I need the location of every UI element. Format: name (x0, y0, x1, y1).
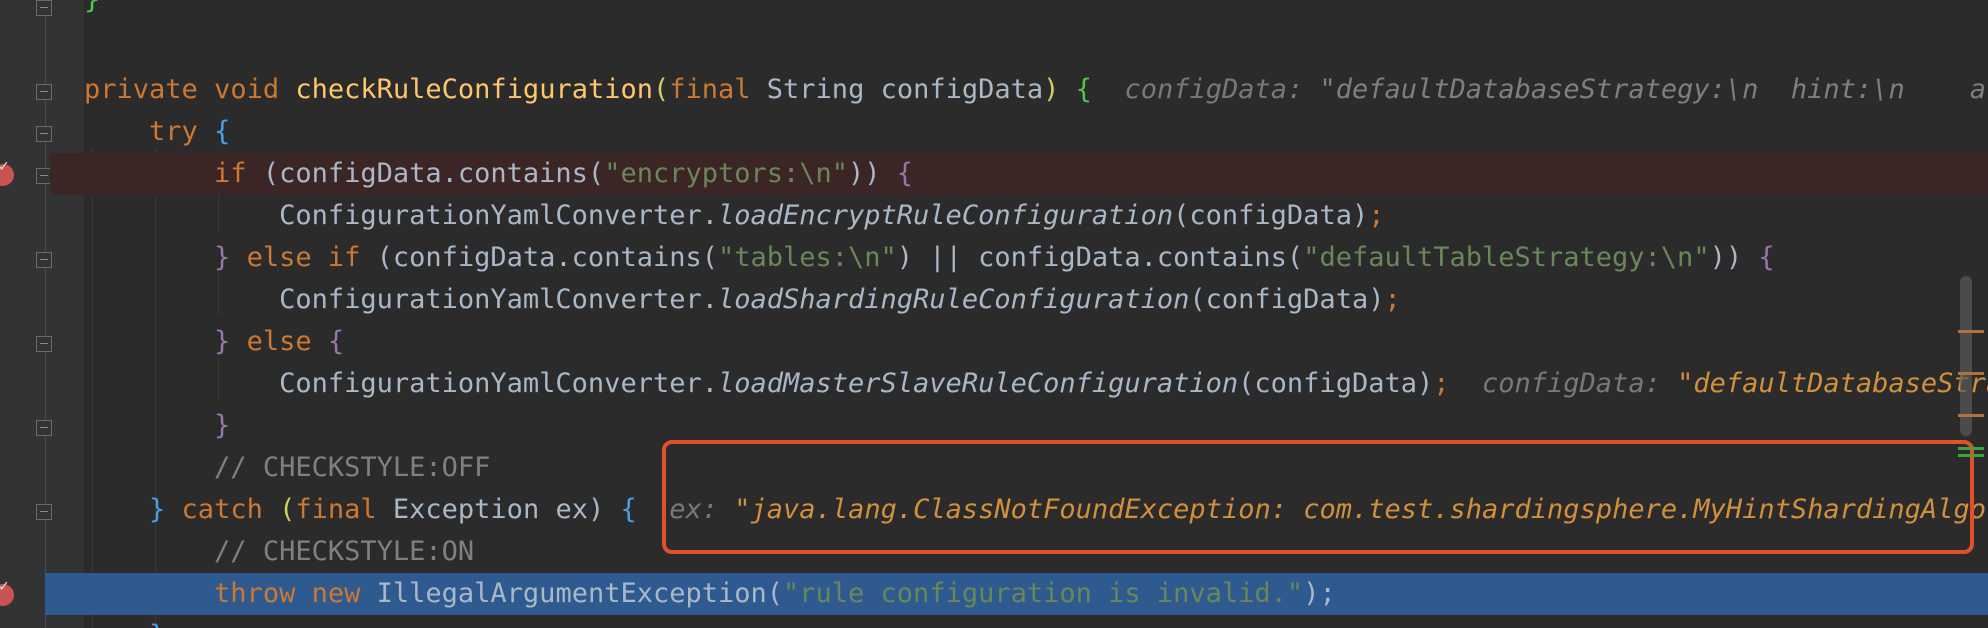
change-stripe-marker[interactable] (1958, 454, 1984, 457)
error-stripe-marker[interactable] (1958, 414, 1984, 417)
keyword-try: try (149, 116, 198, 147)
error-stripe-marker[interactable] (1958, 330, 1984, 333)
closing-brace: } (214, 410, 231, 441)
semicolon: ; (1433, 368, 1450, 399)
string-literal: "rule configuration is invalid." (783, 578, 1304, 609)
code-line-execution-point[interactable]: throw new IllegalArgumentException("rule… (0, 573, 1988, 615)
code-line[interactable]: ConfigurationYamlConverter.loadShardingR… (0, 279, 1988, 321)
closing-brace: } (214, 242, 231, 273)
keyword-new: new (311, 578, 361, 609)
code-text: (configData.contains( (360, 242, 718, 273)
semicolon: ; (1384, 284, 1401, 315)
open-brace: { (311, 326, 345, 357)
parameter-list: String configData (750, 74, 1044, 105)
open-brace: { (880, 158, 914, 189)
vertical-scrollbar[interactable] (1960, 276, 1972, 436)
open-paren: ( (652, 74, 670, 105)
code-line[interactable]: ConfigurationYamlConverter.loadMasterSla… (0, 363, 1988, 405)
arguments: (configData) (1173, 200, 1369, 231)
closing-brace: } (149, 494, 166, 525)
method-name: checkRuleConfiguration (295, 74, 653, 105)
code-line[interactable]: } else { (0, 321, 1988, 363)
code-line[interactable]: try { (0, 111, 1988, 153)
open-brace: { (604, 494, 637, 525)
keyword-if: if (214, 158, 247, 189)
inlay-hint-name: configData: (1482, 368, 1661, 399)
keyword-private: private (84, 74, 198, 105)
keyword-catch: catch (165, 494, 263, 525)
open-brace: { (1742, 242, 1775, 273)
code-editor[interactable]: } private void checkRuleConfiguration(fi… (0, 0, 1988, 628)
code-line[interactable]: } else if (configData.contains("tables:\… (0, 237, 1988, 279)
code-text: ) || configData.contains( (896, 242, 1304, 273)
class-reference: IllegalArgumentException( (360, 578, 784, 609)
open-brace: { (197, 116, 231, 147)
static-method-call: loadEncryptRuleConfiguration (717, 200, 1174, 231)
class-reference: ConfigurationYamlConverter. (279, 200, 718, 231)
class-reference: ConfigurationYamlConverter. (279, 284, 718, 315)
static-method-call: loadShardingRuleConfiguration (717, 284, 1190, 315)
string-literal: "tables:\n" (717, 242, 897, 273)
arguments: (configData) (1189, 284, 1385, 315)
class-reference: ConfigurationYamlConverter. (279, 368, 718, 399)
inlay-hint-value: "defaultDatabaseStrat (1660, 368, 1988, 399)
code-text: ); (1303, 578, 1336, 609)
error-stripe-marker[interactable] (1958, 372, 1984, 375)
code-line-method-signature[interactable]: private void checkRuleConfiguration(fina… (0, 69, 1988, 111)
code-text: (configData.contains( (246, 158, 605, 189)
closing-brace: } (149, 620, 165, 628)
keyword-else: else (230, 326, 312, 357)
parameter-list: Exception ex) (376, 494, 605, 525)
keyword-final: final (669, 74, 751, 105)
semicolon: ; (1368, 200, 1385, 231)
open-paren: ( (262, 494, 296, 525)
arguments: (configData) (1238, 368, 1434, 399)
code-text: )) (848, 158, 881, 189)
static-method-call: loadMasterSlaveRuleConfiguration (717, 368, 1239, 399)
closing-brace: } (214, 326, 231, 357)
keyword-void: void (214, 74, 280, 105)
string-literal: "defaultTableStrategy:\n" (1303, 242, 1710, 273)
keyword-throw: throw (214, 578, 296, 609)
change-stripe-marker[interactable] (1958, 447, 1984, 450)
open-brace: { (1059, 74, 1092, 105)
inlay-hint-name: configData: (1124, 74, 1304, 105)
keyword-final: final (295, 494, 377, 525)
closing-brace: } (84, 0, 100, 15)
code-line[interactable]: ConfigurationYamlConverter.loadEncryptRu… (0, 195, 1988, 237)
code-line[interactable]: } (0, 615, 1988, 628)
code-line[interactable]: } (0, 0, 1988, 21)
annotation-highlight-box (662, 440, 1974, 554)
code-line-breakpoint[interactable]: if (configData.contains("encryptors:\n")… (0, 153, 1988, 195)
comment: // CHECKSTYLE:OFF (214, 452, 491, 483)
code-text: )) (1709, 242, 1743, 273)
keyword-else-if: else if (230, 242, 361, 273)
inlay-hint-value: "defaultDatabaseStrategy:\n hint:\n alg (1303, 74, 1988, 105)
string-literal: "encryptors:\n" (604, 158, 849, 189)
comment: // CHECKSTYLE:ON (214, 536, 475, 567)
close-paren: ) (1043, 74, 1060, 105)
